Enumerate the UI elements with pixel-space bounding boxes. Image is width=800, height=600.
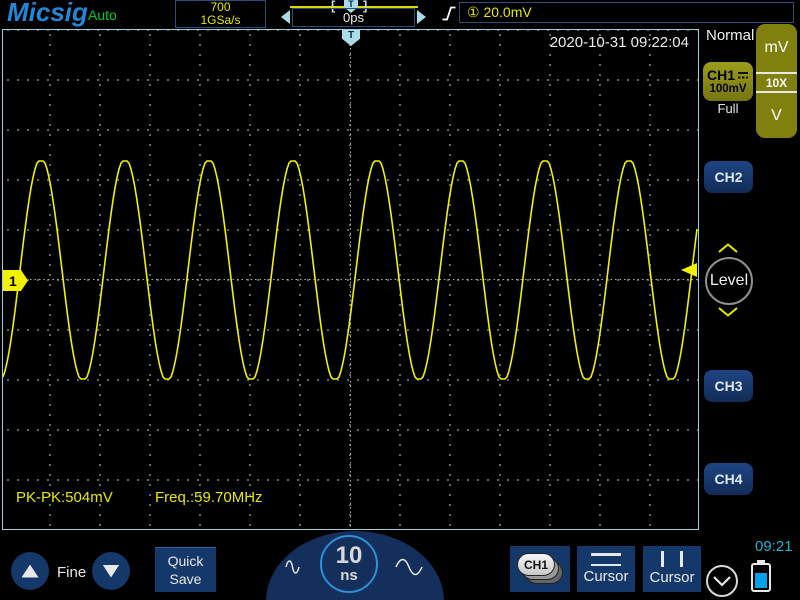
horizontal-position-box[interactable]: 0ps [292,8,415,27]
waveform-display-area[interactable]: 2020-10-31 09:22:04 T 1 PK-PK:504mV Freq… [2,29,699,530]
bottom-bar: Fine Quick Save 10 ns CH1 Cursor Cursor … [0,531,800,600]
scale-up-button[interactable] [11,552,49,590]
vertical-cursor-label: Cursor [649,569,695,586]
timebase-unit: ns [340,567,358,584]
measurement-frequency: Freq.:59.70MHz [155,489,263,506]
horizontal-cursor-label: Cursor [583,568,629,585]
vertical-scale-column: mV 10X V [756,24,797,138]
horizontal-cursor-button[interactable]: Cursor [577,546,635,592]
battery-icon [751,563,771,592]
level-label: Level [709,272,749,289]
unit-mv-button[interactable]: mV [756,24,797,72]
ch3-button[interactable]: CH3 [704,370,753,402]
probe-attenuation-button[interactable]: 10X [756,72,797,93]
timestamp: 2020-10-31 09:22:04 [549,34,689,51]
trigger-level-box[interactable]: ① 20.0mV [459,2,794,23]
brand-logo: Micsig [7,0,88,27]
trigger-slope-rising-icon[interactable] [441,4,457,23]
ch1-label: CH1 [706,66,735,83]
trigger-level-value: ① 20.0mV [467,4,532,20]
level-up-chevron-icon[interactable] [717,243,739,253]
quick-save-button[interactable]: Quick Save [155,547,216,592]
acquisition-info-box[interactable]: 700 1GSa/s [175,0,266,28]
measurement-pkpk: PK-PK:504mV [16,489,113,506]
fine-adjust-label: Fine [57,564,87,581]
oscilloscope-screen: Micsig Auto 700 1GSa/s [ ] T 0ps ① 20.0m… [0,0,800,600]
right-sidebar: Normal mV 10X V CH1 100mV Full CH2 Level [700,24,800,530]
horizontal-position-value: 0ps [343,10,364,25]
timebase-zoom-in-sine-icon[interactable] [283,555,301,579]
timebase-value: 10 [335,542,363,569]
pan-right-arrow-icon[interactable] [417,10,426,24]
quick-save-line1: Quick [167,553,204,569]
ch1-scale: 100mV [709,82,747,95]
timebase-zoom-out-sine-icon[interactable] [394,554,424,580]
collapse-menu-button[interactable] [706,565,738,597]
channel-select-button[interactable]: CH1 [510,546,570,592]
scale-down-button[interactable] [92,552,130,590]
down-triangle-icon [102,564,120,578]
sample-rate: 1GSa/s [200,13,241,27]
trigger-mode-label: Normal [706,27,755,44]
chevron-down-icon [713,576,731,587]
up-triangle-icon [21,564,39,578]
battery-level-fill [755,572,767,588]
level-down-chevron-icon[interactable] [717,307,739,317]
channel1-marker-number: 1 [9,272,17,289]
pan-left-arrow-icon[interactable] [281,10,290,24]
vertical-cursor-icon [661,551,683,567]
clock: 09:21 [755,538,793,555]
ch2-button[interactable]: CH2 [704,161,753,193]
waveform-canvas [3,160,698,380]
quick-save-line2: Save [169,571,202,587]
active-channel-label: CH1 [523,557,548,572]
top-bar: Micsig Auto 700 1GSa/s [ ] T 0ps ① 20.0m… [0,0,800,28]
active-channel-chip: CH1 [517,553,555,576]
vertical-cursor-button[interactable]: Cursor [643,546,701,592]
ch4-button[interactable]: CH4 [704,463,753,495]
horizontal-cursor-icon [591,553,621,566]
run-mode-indicator[interactable]: Auto [88,7,117,23]
dc-coupling-icon [738,72,748,79]
unit-v-button[interactable]: V [756,93,797,138]
waveform-trace [3,160,698,380]
timebase-knob[interactable]: 10 ns [320,535,378,593]
trigger-time-letter: T [347,30,355,41]
level-knob[interactable]: Level [705,257,753,305]
ch1-button[interactable]: CH1 100mV [703,62,753,101]
ch1-bandwidth-label: Full [717,101,739,116]
